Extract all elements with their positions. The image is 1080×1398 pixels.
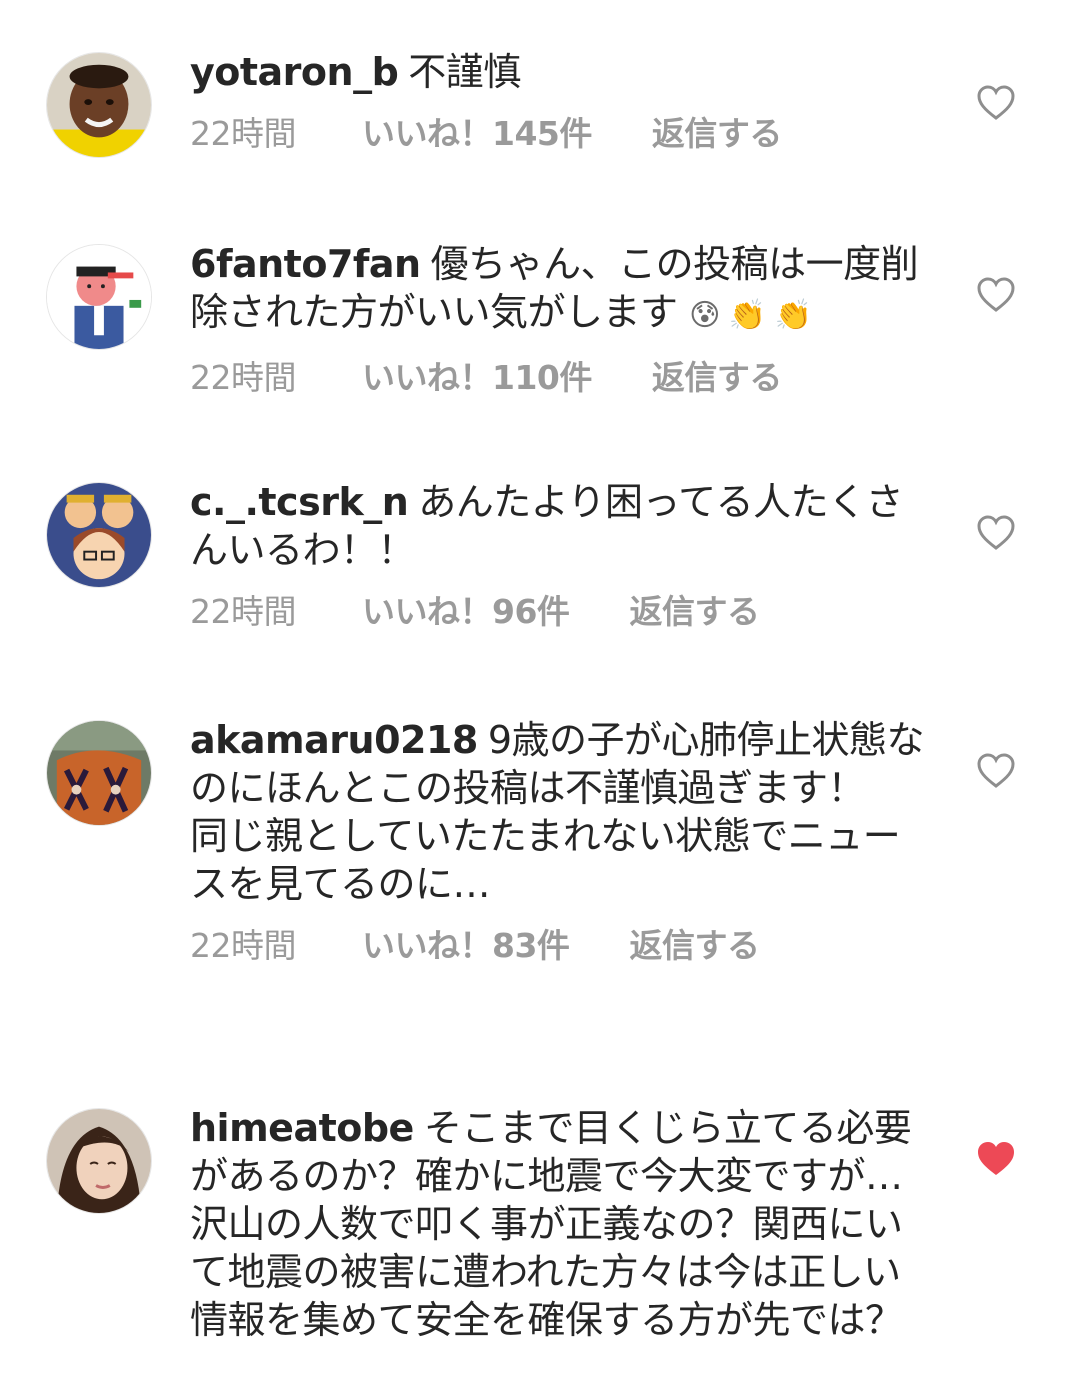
comment-time: 22時間 [190,114,297,153]
reply-button[interactable]: 返信する [629,926,760,966]
comment-time: 22時間 [190,926,297,965]
emoji-sequence: 😰 👏 👏 [689,298,812,333]
avatar[interactable] [46,720,152,826]
comment-text: 不謹慎 [408,50,521,94]
reply-button[interactable]: 返信する [652,358,783,398]
heart-outline-icon[interactable] [976,752,1016,790]
reply-button[interactable]: 返信する [629,592,760,632]
comment-username[interactable]: c._.tcsrk_n [190,480,409,524]
avatar[interactable] [46,52,152,158]
comment-likes[interactable]: いいね！110件 [362,358,592,398]
comment-time: 22時間 [190,592,297,631]
heart-filled-icon[interactable] [976,1140,1016,1178]
avatar[interactable] [46,482,152,588]
avatar[interactable] [46,244,152,350]
heart-outline-icon[interactable] [976,84,1016,122]
comment-username[interactable]: akamaru0218 [190,718,478,762]
comment-likes[interactable]: いいね！96件 [362,592,570,632]
comment-likes[interactable]: いいね！145件 [362,114,592,154]
comment-username[interactable]: 6fanto7fan [190,242,421,286]
comment-likes[interactable]: いいね！83件 [362,926,570,966]
comment-username[interactable]: yotaron_b [190,50,399,94]
heart-outline-icon[interactable] [976,514,1016,552]
reply-button[interactable]: 返信する [652,114,783,154]
comment-time: 22時間 [190,358,297,397]
comment-username[interactable]: himeatobe [190,1106,414,1150]
heart-outline-icon[interactable] [976,276,1016,314]
avatar[interactable] [46,1108,152,1214]
